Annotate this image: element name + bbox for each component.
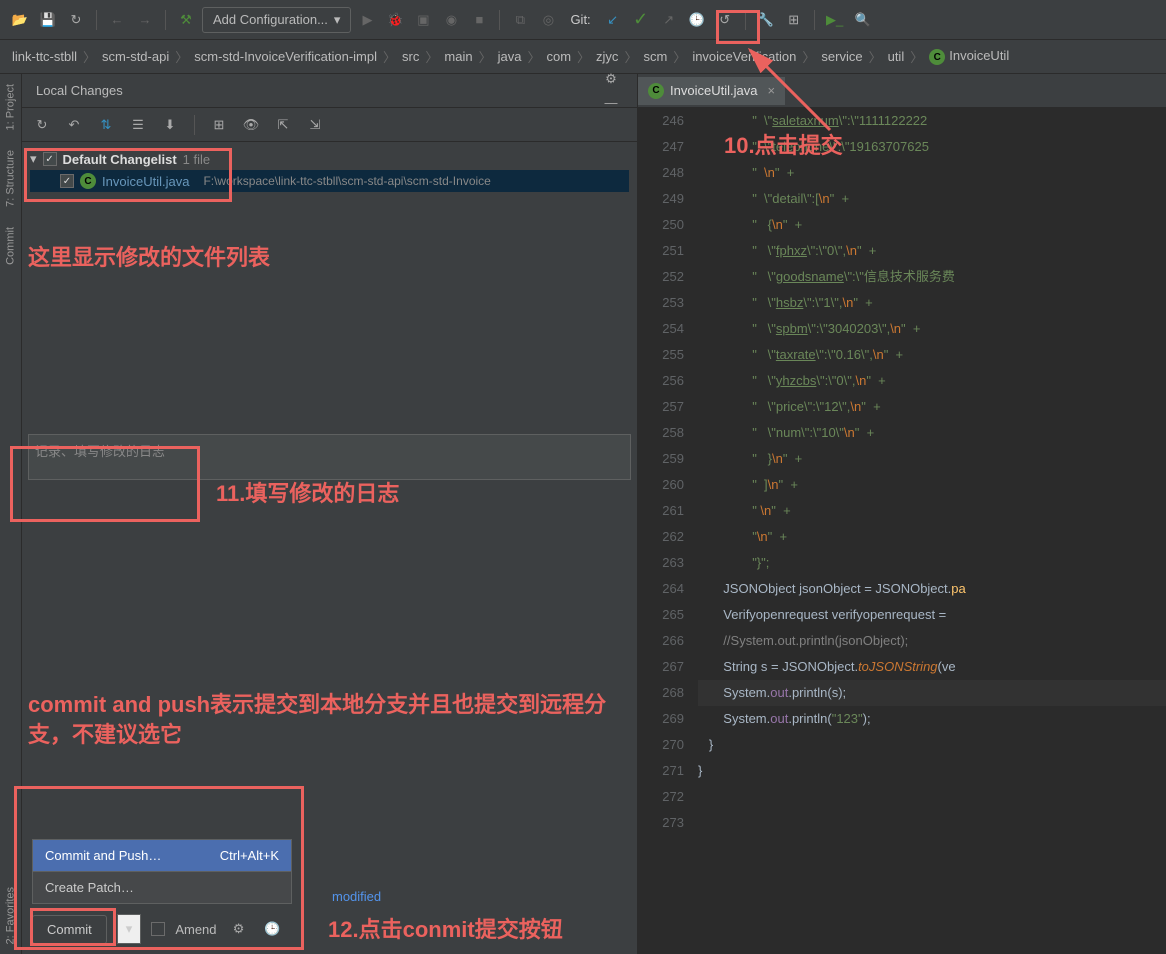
changelist-count: 1 file [183,152,210,167]
changed-file-row[interactable]: ✓ C InvoiceUtil.java F:\workspace\link-t… [30,170,629,192]
changelist-node[interactable]: ▾ ✓ Default Changelist 1 file [30,148,629,170]
commit-message-input[interactable]: 记录、填写修改的日志 [28,434,631,480]
shelve-icon[interactable]: ⬇ [158,113,182,137]
chevron-down-icon: ▾ [334,12,341,28]
amend-checkbox[interactable] [151,922,165,936]
editor-tabs: C InvoiceUtil.java × [638,74,1166,108]
git-push-icon[interactable]: ↗ [657,8,681,32]
history-icon[interactable]: 🕒 [261,917,285,941]
build-icon[interactable]: ⚒ [174,8,198,32]
stop-icon[interactable]: ■ [467,8,491,32]
commit-actions: Commit and Push… Ctrl+Alt+K Create Patch… [22,829,637,954]
breadcrumb-item[interactable]: main [440,47,476,66]
breadcrumb: link-ttc-stbll〉scm-std-api〉scm-std-Invoi… [0,40,1166,74]
collapse-icon[interactable]: ⇲ [303,113,327,137]
breadcrumb-item[interactable]: scm-std-InvoiceVerification-impl [190,47,381,66]
breadcrumb-item[interactable]: java [494,47,526,66]
commit-tool[interactable]: Commit [0,217,21,275]
close-icon[interactable]: × [767,83,775,98]
rollback-icon[interactable]: ↶ [62,113,86,137]
gear-icon[interactable]: ⚙ [599,67,623,91]
changes-toolbar: ↻ ↶ ⇅ ☰ ⬇ ⊞ 👁 ⇱ ⇲ [22,108,637,142]
commit-dropdown-icon[interactable]: ▾ [117,914,142,944]
attach-icon[interactable]: ⧉ [508,8,532,32]
left-tool-strip: 1: Project 7: Structure Commit 2: Favori… [0,74,22,954]
create-patch-item[interactable]: Create Patch… [33,872,291,903]
chevron-down-icon: ▾ [30,151,37,167]
file-path: F:\workspace\link-ttc-stbll\scm-std-api\… [203,174,490,188]
breadcrumb-item[interactable]: invoiceVerification [688,47,800,66]
structure-icon[interactable]: ⊞ [782,8,806,32]
run-config-dropdown[interactable]: Add Configuration... ▾ [202,7,351,33]
save-icon[interactable]: 💾 [36,8,60,32]
git-pull-icon[interactable]: ↙ [601,8,625,32]
tab-label: InvoiceUtil.java [670,83,757,98]
file-name: InvoiceUtil.java [102,174,189,189]
panel-title: Local Changes [36,83,123,98]
editor: C InvoiceUtil.java × 2462472482492502512… [638,74,1166,954]
java-class-icon: C [648,83,664,99]
breadcrumb-item[interactable]: util [884,47,909,66]
commit-panel: Local Changes ⚙ — ↻ ↶ ⇅ ☰ ⬇ ⊞ 👁 ⇱ ⇲ ▾ ✓ … [22,74,638,954]
commit-and-push-item[interactable]: Commit and Push… Ctrl+Alt+K [33,840,291,871]
wrench-icon[interactable]: 🔧 [754,8,778,32]
gear-icon[interactable]: ⚙ [227,917,251,941]
coverage-icon[interactable]: ▣ [411,8,435,32]
commit-button[interactable]: Commit [32,915,107,944]
amend-label: Amend [175,922,216,937]
back-icon[interactable]: ← [105,8,129,32]
run-anything-icon[interactable]: ▶_ [823,8,847,32]
open-icon[interactable]: 📂 [8,8,32,32]
git-revert-icon[interactable]: ↺ [713,8,737,32]
main-toolbar: 📂 💾 ↻ ← → ⚒ Add Configuration... ▾ ▶ 🐞 ▣… [0,0,1166,40]
forward-icon[interactable]: → [133,8,157,32]
group-icon[interactable]: ⊞ [207,113,231,137]
git-history-icon[interactable]: 🕒 [685,8,709,32]
breadcrumb-item[interactable]: link-ttc-stbll [8,47,81,66]
sync-icon[interactable]: ↻ [30,113,54,137]
breadcrumb-item[interactable]: scm [639,47,671,66]
config-label: Add Configuration... [213,12,328,27]
breadcrumb-item[interactable]: scm-std-api [98,47,173,66]
git-commit-icon[interactable]: ✓ [629,8,653,32]
expand-icon[interactable]: ⇱ [271,113,295,137]
commit-split-menu: Commit and Push… Ctrl+Alt+K Create Patch… [32,839,292,904]
breadcrumb-item[interactable]: CInvoiceUtil [925,46,1013,68]
editor-tab[interactable]: C InvoiceUtil.java × [638,77,785,105]
line-gutter: 2462472482492502512522532542552562572582… [638,108,698,954]
profile-icon[interactable]: ◉ [439,8,463,32]
search-icon[interactable]: 🔍 [851,8,875,32]
run-icon[interactable]: ▶ [355,8,379,32]
debug-icon[interactable]: 🐞 [383,8,407,32]
changelist-icon[interactable]: ☰ [126,113,150,137]
changelist-checkbox[interactable]: ✓ [43,152,57,166]
file-checkbox[interactable]: ✓ [60,174,74,188]
breadcrumb-item[interactable]: src [398,47,423,66]
breadcrumb-item[interactable]: com [542,47,575,66]
breadcrumb-item[interactable]: service [817,47,866,66]
changelist-tree: ▾ ✓ Default Changelist 1 file ✓ C Invoic… [22,142,637,198]
diff-icon[interactable]: ⇅ [94,113,118,137]
code-content[interactable]: " \"saletaxnum\":\"1111122222 " \"teleph… [698,108,1166,954]
git-label: Git: [570,12,590,27]
structure-tool[interactable]: 7: Structure [0,140,21,217]
refresh-icon[interactable]: ↻ [64,8,88,32]
show-icon[interactable]: 👁 [239,113,263,137]
target-icon[interactable]: ◎ [536,8,560,32]
java-class-icon: C [80,173,96,189]
changelist-label: Default Changelist [63,152,177,167]
project-tool[interactable]: 1: Project [0,74,21,140]
breadcrumb-item[interactable]: zjyc [592,47,622,66]
favorites-tool[interactable]: 2: Favorites [0,877,21,954]
